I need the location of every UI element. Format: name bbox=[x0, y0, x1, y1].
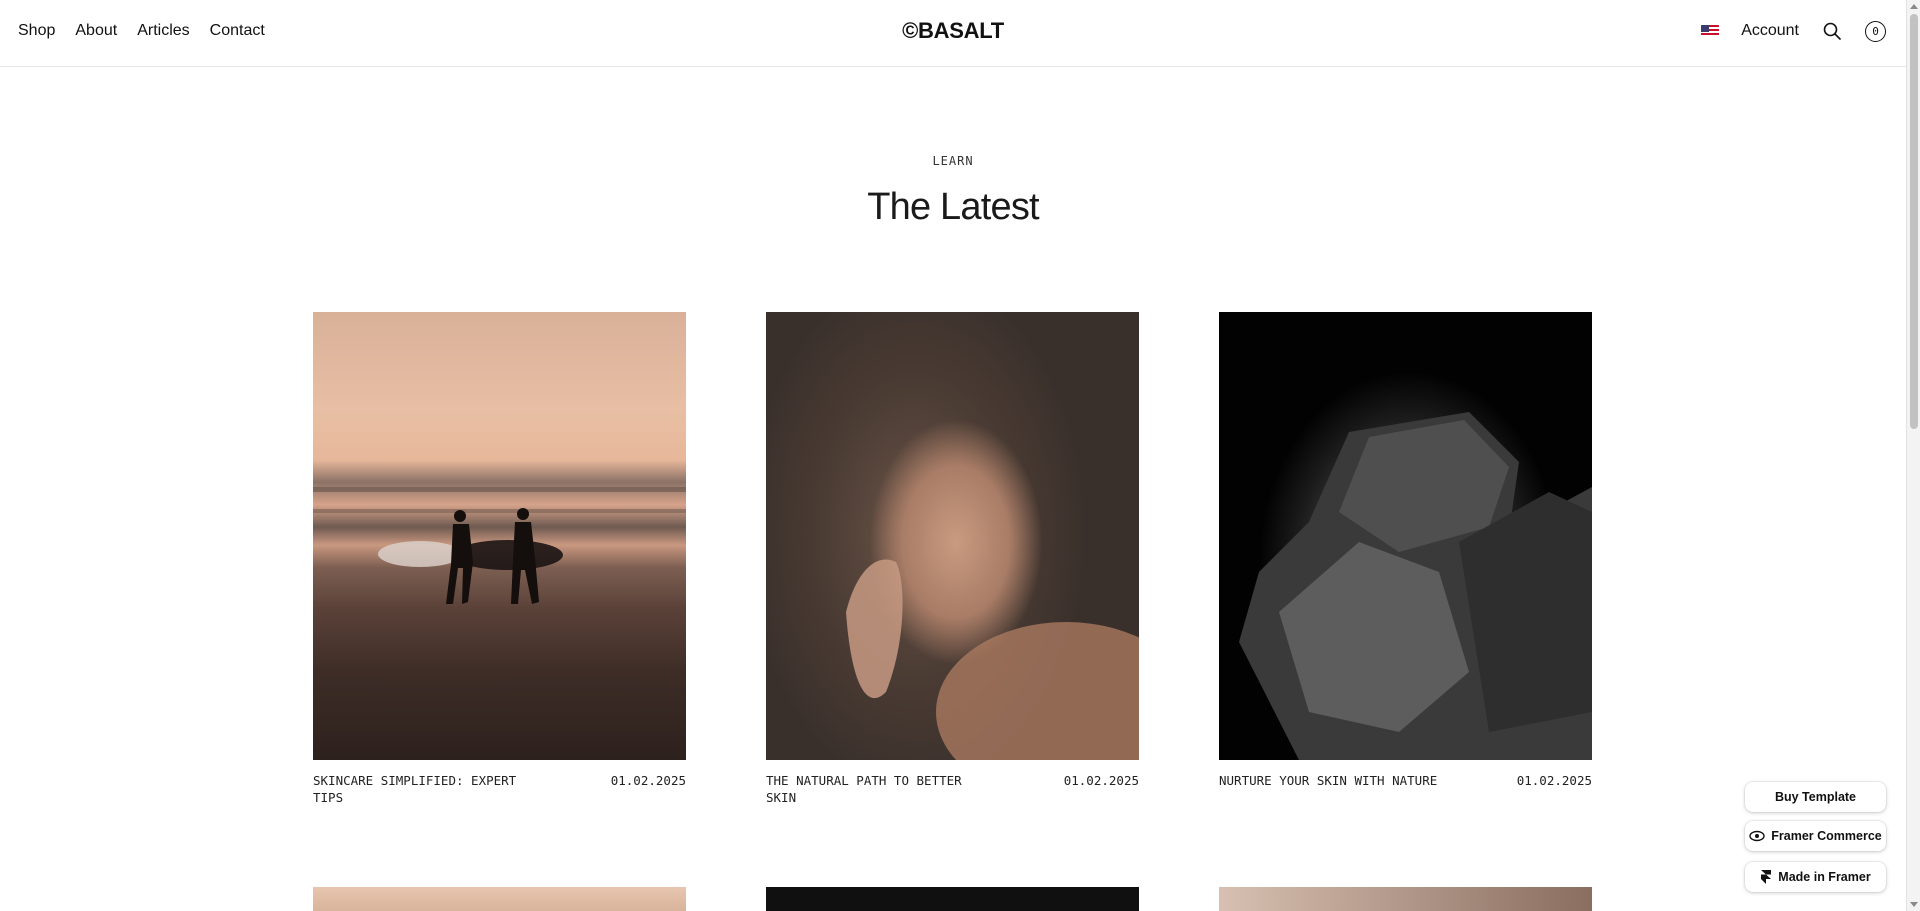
article-image[interactable] bbox=[313, 312, 686, 760]
article-image[interactable] bbox=[766, 887, 1139, 911]
article-title[interactable]: NURTURE YOUR SKIN WITH NATURE bbox=[1219, 772, 1437, 789]
article-title[interactable]: SKINCARE SIMPLIFIED: EXPERT TIPS bbox=[313, 772, 543, 806]
article-meta: THE NATURAL PATH TO BETTER SKIN 01.02.20… bbox=[766, 772, 1139, 806]
scroll-down-arrow-icon[interactable] bbox=[1910, 902, 1918, 907]
nav-shop[interactable]: Shop bbox=[18, 22, 55, 40]
article-meta: NURTURE YOUR SKIN WITH NATURE 01.02.2025 bbox=[1219, 772, 1592, 789]
article-date: 01.02.2025 bbox=[1516, 773, 1592, 788]
account-link[interactable]: Account bbox=[1741, 22, 1799, 40]
article-meta: SKINCARE SIMPLIFIED: EXPERT TIPS 01.02.2… bbox=[313, 772, 686, 806]
article-card[interactable]: THE NATURAL PATH TO BETTER SKIN 01.02.20… bbox=[766, 312, 1139, 806]
article-image[interactable] bbox=[1219, 887, 1592, 911]
site-header: Shop About Articles Contact ©BASALT Acco… bbox=[0, 0, 1906, 67]
article-image[interactable] bbox=[1219, 312, 1592, 760]
made-in-framer-button[interactable]: Made in Framer bbox=[1745, 862, 1886, 892]
article-card[interactable] bbox=[1219, 887, 1592, 911]
nav-articles[interactable]: Articles bbox=[137, 22, 189, 40]
article-card[interactable] bbox=[766, 887, 1139, 911]
search-icon[interactable] bbox=[1821, 20, 1843, 42]
article-date: 01.02.2025 bbox=[610, 773, 686, 788]
scroll-thumb[interactable] bbox=[1910, 14, 1918, 429]
article-date: 01.02.2025 bbox=[1063, 773, 1139, 788]
main-nav: Shop About Articles Contact bbox=[18, 0, 265, 62]
article-card[interactable] bbox=[313, 887, 686, 911]
framer-icon bbox=[1761, 870, 1772, 884]
article-card[interactable]: SKINCARE SIMPLIFIED: EXPERT TIPS 01.02.2… bbox=[313, 312, 686, 806]
logo-wrap: ©BASALT bbox=[0, 0, 1906, 62]
nav-contact[interactable]: Contact bbox=[210, 22, 265, 40]
framer-commerce-button[interactable]: Framer Commerce bbox=[1745, 821, 1886, 851]
site-logo[interactable]: ©BASALT bbox=[902, 18, 1004, 44]
article-image[interactable] bbox=[313, 887, 686, 911]
section-eyebrow: LEARN bbox=[932, 154, 974, 168]
scroll-up-arrow-icon[interactable] bbox=[1910, 4, 1918, 9]
header-actions: Account 0 bbox=[1701, 0, 1886, 62]
buy-template-label: Buy Template bbox=[1774, 790, 1857, 804]
framer-commerce-icon bbox=[1749, 830, 1765, 842]
cart-icon[interactable]: 0 bbox=[1865, 20, 1886, 42]
buy-template-button[interactable]: Buy Template bbox=[1745, 782, 1886, 812]
article-card[interactable]: NURTURE YOUR SKIN WITH NATURE 01.02.2025 bbox=[1219, 312, 1592, 789]
framer-commerce-label: Framer Commerce bbox=[1771, 829, 1882, 843]
made-in-framer-label: Made in Framer bbox=[1778, 870, 1871, 884]
nav-about[interactable]: About bbox=[75, 22, 117, 40]
flag-us-icon[interactable] bbox=[1701, 25, 1720, 37]
page-title: The Latest bbox=[867, 186, 1039, 228]
cart-count: 0 bbox=[1872, 24, 1879, 38]
article-image[interactable] bbox=[766, 312, 1139, 760]
page-scrollbar[interactable] bbox=[1906, 0, 1920, 911]
article-title[interactable]: THE NATURAL PATH TO BETTER SKIN bbox=[766, 772, 996, 806]
